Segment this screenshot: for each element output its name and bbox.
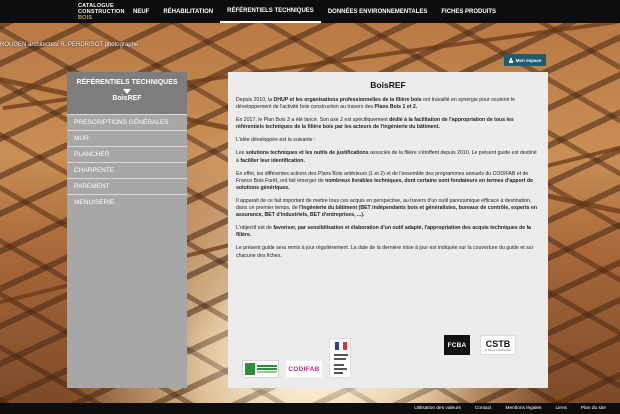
paragraph: L'idée développée est la suivante : — [236, 137, 316, 144]
nav-rehabilitation[interactable]: RÉHABILITATION — [156, 0, 220, 23]
republique-francaise-logo — [329, 338, 351, 378]
sidebar-heading: RÉFÉRENTIELS TECHNIQUES — [76, 79, 178, 86]
footer-bar: Utilisation des valeurs Contact Mentions… — [0, 403, 620, 414]
cstb-logo-text: CSTB — [485, 338, 511, 349]
sidebar-item-charpente[interactable]: CHARPENTE — [67, 162, 187, 178]
sidebar-item-menuiserie[interactable]: MENUISERIE — [67, 194, 187, 210]
paragraph: L'objectif est de favoriser, par sensibi… — [236, 225, 531, 239]
paragraph: Il apparait de ce fait important de mett… — [236, 197, 538, 219]
catalogue-logo[interactable]: CATALOGUE CONSTRUCTION BOIS — [0, 0, 125, 23]
sidebar-item-plancher[interactable]: PLANCHER — [67, 146, 187, 162]
footer-link-liens[interactable]: Liens — [555, 406, 566, 411]
footer-link-utilisation-des-valeurs[interactable]: Utilisation des valeurs — [414, 406, 461, 411]
sidebar-subheading: BoisREF — [112, 95, 142, 102]
sidebar-item-prescriptions-generales[interactable]: PRESCRIPTIONS GÉNÉRALES — [67, 114, 187, 130]
fcba-logo: FCBA — [444, 335, 470, 355]
cstb-tagline: le futur en construction — [485, 348, 511, 352]
mon-espace-label: Mon espace — [515, 57, 542, 63]
nav-neuf[interactable]: NEUF — [126, 0, 156, 23]
ministry-green-logo — [242, 360, 279, 378]
main-nav: NEUF RÉHABILITATION RÉFÉRENTIELS TECHNIQ… — [126, 0, 503, 23]
nav-donnees-environnementales[interactable]: DONNÉES ENVIRONNEMENTALES — [321, 0, 435, 23]
paragraph: Le présent guide sera remis à jour régul… — [236, 245, 534, 259]
caret-down-icon — [123, 89, 131, 94]
paragraph: En effet, les différentes actions des Pl… — [236, 170, 534, 191]
partner-logos-right: FCBA CSTB le futur en construction — [444, 335, 516, 355]
mon-espace-button[interactable]: Mon espace — [504, 54, 546, 66]
top-navigation-bar: CATALOGUE CONSTRUCTION BOIS NEUF RÉHABIL… — [0, 0, 620, 23]
paragraph: Depuis 2010, la DHUP et les organisation… — [236, 97, 516, 111]
cstb-logo: CSTB le futur en construction — [480, 335, 516, 355]
sidebar-item-mur[interactable]: MUR — [67, 130, 187, 146]
paragraph: Les solutions techniques et les outils d… — [236, 150, 537, 164]
page-title: BoisREF — [370, 80, 406, 90]
user-icon — [509, 57, 514, 63]
nav-fiches-produits[interactable]: FICHES PRODUITS — [434, 0, 503, 23]
sidebar-header: RÉFÉRENTIELS TECHNIQUES BoisREF — [67, 72, 187, 114]
sidebar: RÉFÉRENTIELS TECHNIQUES BoisREF PRESCRIP… — [67, 72, 187, 388]
codifab-logo: CODIFAB — [285, 360, 323, 378]
paragraph: En 2017, le Plan Bois 3 a été lancé. Son… — [236, 117, 514, 131]
nav-referentiels-techniques[interactable]: RÉFÉRENTIELS TECHNIQUES — [220, 0, 321, 23]
sidebar-item-parement[interactable]: PAREMENT — [67, 178, 187, 194]
footer-link-contact[interactable]: Contact — [475, 406, 492, 411]
logo-line: BOIS — [78, 14, 93, 21]
partner-logos-left: CODIFAB — [242, 338, 351, 378]
footer-link-plan-du-site[interactable]: Plan du site — [581, 406, 606, 411]
footer-link-mentions-legales[interactable]: Mentions légales — [505, 406, 541, 411]
photo-credit: ROUGEN architectes/ R. PERDRISOT photogr… — [0, 42, 139, 48]
